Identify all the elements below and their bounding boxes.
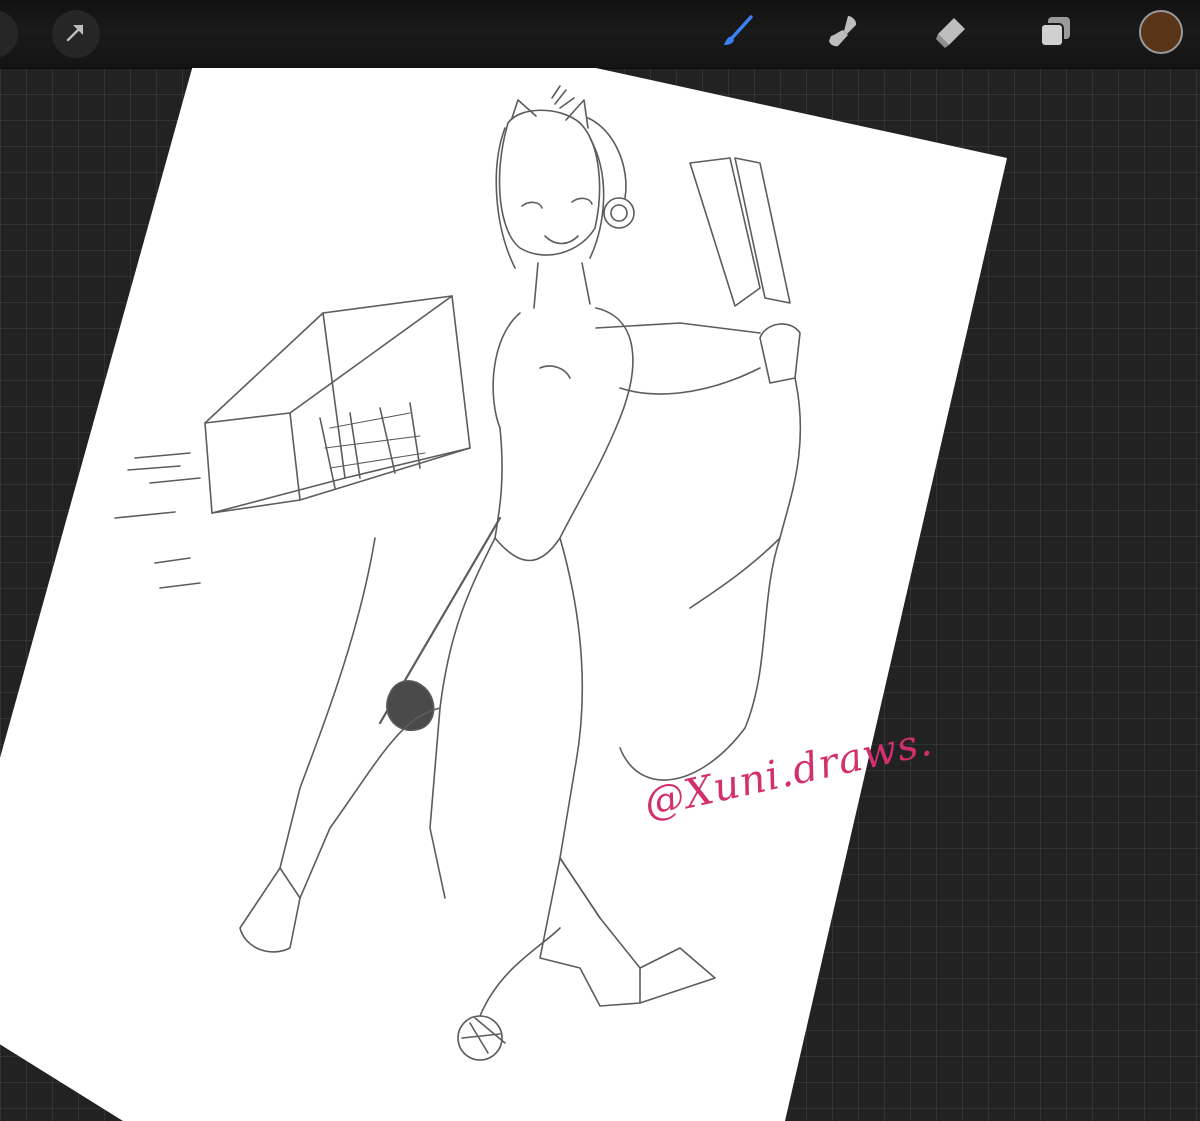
eraser-button[interactable] [928, 12, 972, 56]
transform-button[interactable] [52, 10, 100, 58]
eraser-icon [930, 12, 970, 56]
top-toolbar [0, 0, 1200, 69]
brush-icon [718, 12, 758, 56]
gallery-button[interactable] [0, 10, 18, 58]
layers-button[interactable] [1034, 12, 1078, 56]
procreate-app: @Xuni.draws. [0, 0, 1200, 1121]
layers-icon [1036, 12, 1076, 56]
smudge-icon [823, 12, 863, 56]
canvas-paper[interactable] [0, 68, 1200, 1121]
color-picker-button[interactable] [1139, 10, 1183, 54]
transform-arrow-icon [63, 19, 89, 49]
smudge-button[interactable] [821, 12, 865, 56]
canvas-workspace[interactable]: @Xuni.draws. [0, 68, 1200, 1121]
brush-button[interactable] [716, 12, 760, 56]
